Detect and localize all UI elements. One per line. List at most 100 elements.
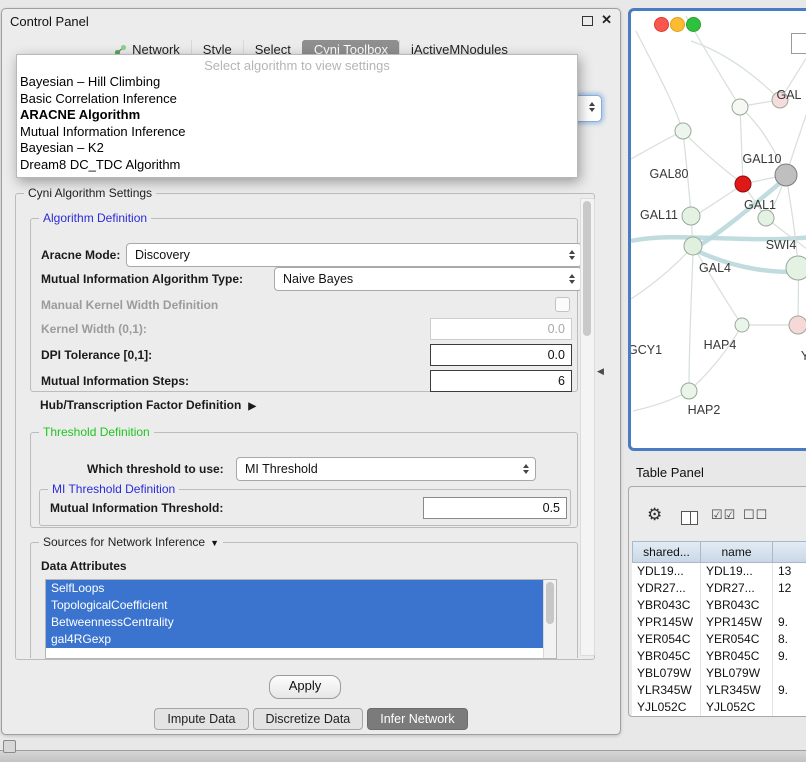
table-row[interactable]: YBL079WYBL079W (632, 665, 806, 682)
table-panel-title: Table Panel (636, 465, 704, 480)
table-row[interactable]: YLR345WYLR345W9. (632, 682, 806, 699)
column-header-name[interactable]: name (701, 541, 773, 563)
network-node[interactable] (735, 318, 749, 332)
algorithm-option-bayesian-hill-climbing[interactable]: Bayesian – Hill Climbing (17, 74, 577, 91)
network-node[interactable] (789, 316, 806, 334)
threshold-definition-group: Threshold Definition Which threshold to … (30, 432, 578, 528)
algorithm-option-aracne-algorithm[interactable]: ARACNE Algorithm (17, 107, 577, 124)
which-threshold-value: MI Threshold (245, 462, 318, 476)
mac-close-icon[interactable] (654, 17, 669, 32)
which-threshold-select[interactable]: MI Threshold (236, 457, 536, 481)
hub-definition-label: Hub/Transcription Factor Definition (40, 398, 241, 412)
algorithm-option-basic-correlation-inference[interactable]: Basic Correlation Inference (17, 91, 577, 108)
mi-steps-input[interactable]: 6 (430, 370, 572, 392)
mi-algorithm-type-label: Mutual Information Algorithm Type: (41, 272, 243, 286)
algorithm-placeholder: Select algorithm to view settings (17, 57, 577, 74)
network-node[interactable] (681, 383, 697, 399)
table-cell: 12 (773, 580, 806, 597)
attributes-scrollbar[interactable] (543, 580, 556, 658)
panel-collapse-arrow-icon[interactable]: ◀ (597, 366, 604, 377)
columns-icon[interactable] (681, 511, 698, 525)
table-row[interactable]: YER054CYER054C8. (632, 631, 806, 648)
table-panel-window: ⚙ ☑☑ ☐☐ shared...name YDL19...YDL19...13… (628, 486, 806, 717)
hub-definition-expander[interactable]: Hub/Transcription Factor Definition▶ (40, 398, 256, 412)
mi-steps-label: Mutual Information Steps: (41, 374, 189, 388)
aracne-mode-label: Aracne Mode: (41, 248, 120, 262)
algorithm-option-mutual-information-inference[interactable]: Mutual Information Inference (17, 124, 577, 141)
network-edge (631, 246, 693, 299)
network-node[interactable] (735, 176, 751, 192)
minimized-panel-icon[interactable] (3, 740, 16, 753)
close-window-icon[interactable]: ✕ (601, 12, 612, 28)
attribute-table: shared...name YDL19...YDL19...13YDR27...… (632, 541, 806, 716)
mi-threshold-input[interactable]: 0.5 (423, 497, 567, 519)
data-attributes-listbox: SelfLoopsTopologicalCoefficientBetweenne… (45, 579, 557, 659)
column-header-shared[interactable]: shared... (632, 541, 701, 563)
bottom-tab-discretize-data[interactable]: Discretize Data (253, 708, 364, 730)
attribute-item-topologicalcoefficient[interactable]: TopologicalCoefficient (46, 597, 544, 614)
collapse-down-icon: ▼ (210, 538, 219, 548)
table-row[interactable]: YDR27...YDR27...12 (632, 580, 806, 597)
network-edge (683, 131, 743, 184)
node-label-gal80: GAL80 (650, 167, 689, 181)
network-edge (740, 107, 743, 184)
network-graph[interactable]: GALGAL80GAL10GAL11GAL1SWI4GAL4GCY1HAP4HA… (631, 11, 806, 442)
network-node[interactable] (732, 99, 748, 115)
table-body: YDL19...YDL19...13YDR27...YDR27...12YBR0… (632, 563, 806, 716)
attribute-item-selfloops[interactable]: SelfLoops (46, 580, 544, 597)
table-row[interactable]: YPR145WYPR145W9. (632, 614, 806, 631)
network-edge (636, 31, 683, 131)
table-row[interactable]: YBR045CYBR045C9. (632, 648, 806, 665)
apply-button[interactable]: Apply (269, 675, 341, 699)
dpi-tolerance-input[interactable]: 0.0 (430, 344, 572, 366)
attribute-item-betweennesscentrality[interactable]: BetweennessCentrality (46, 614, 544, 631)
settings-scrollbar[interactable] (580, 198, 595, 656)
bottom-tab-bar: Impute DataDiscretize DataInfer Network (2, 708, 620, 730)
network-node[interactable] (758, 210, 774, 226)
select-all-icon[interactable]: ☑☑ (711, 507, 736, 523)
node-label-swi4: SWI4 (766, 238, 797, 252)
aracne-mode-value: Discovery (135, 248, 190, 262)
table-row[interactable]: YJL052CYJL052C (632, 699, 806, 716)
network-node[interactable] (682, 207, 700, 225)
mac-minimize-icon[interactable] (670, 17, 685, 32)
network-view-window: GALGAL80GAL10GAL11GAL1SWI4GAL4GCY1HAP4HA… (628, 8, 806, 451)
aracne-mode-select[interactable]: Discovery (126, 243, 582, 267)
bottom-tab-infer-network[interactable]: Infer Network (367, 708, 467, 730)
sources-title[interactable]: Sources for Network Inference▼ (39, 535, 223, 549)
mi-algorithm-type-select[interactable]: Naive Bayes (274, 267, 582, 291)
table-cell: YPR145W (632, 614, 701, 631)
algorithm-option-bayesian-k2[interactable]: Bayesian – K2 (17, 140, 577, 157)
desktop: Control Panel ✕ NetworkStyleSelectCyni T… (0, 0, 806, 762)
mac-zoom-icon[interactable] (686, 17, 701, 32)
algorithm-option-dream8-dc-tdc-algorithm[interactable]: Dream8 DC_TDC Algorithm (17, 157, 577, 174)
network-edge (689, 325, 742, 391)
network-node[interactable] (675, 123, 691, 139)
manual-kernel-width-checkbox (555, 297, 570, 312)
attributes-scrollbar-thumb[interactable] (546, 582, 554, 624)
deselect-all-icon[interactable]: ☐☐ (743, 507, 768, 523)
attribute-item-gal4rgexp[interactable]: gal4RGexp (46, 631, 544, 648)
bottom-tab-impute-data[interactable]: Impute Data (154, 708, 248, 730)
node-label-hap4: HAP4 (704, 338, 737, 352)
kernel-width-label: Kernel Width (0,1): (41, 322, 147, 336)
network-node[interactable] (684, 237, 702, 255)
table-cell (773, 699, 806, 716)
table-cell: YDL19... (701, 563, 773, 580)
table-row[interactable]: YBR043CYBR043C (632, 597, 806, 614)
network-node[interactable] (775, 164, 797, 186)
table-cell: 13 (773, 563, 806, 580)
settings-scrollbar-thumb[interactable] (583, 201, 591, 336)
node-label-gal: GAL (776, 88, 801, 102)
table-cell: YLR345W (632, 682, 701, 699)
table-cell: YDR27... (701, 580, 773, 597)
network-node[interactable] (786, 256, 806, 280)
node-label-gcy1: GCY1 (631, 343, 662, 357)
table-cell: YJL052C (632, 699, 701, 716)
column-header-extra[interactable] (773, 541, 806, 563)
gear-icon[interactable]: ⚙ (647, 505, 662, 525)
restore-window-icon[interactable] (582, 16, 593, 26)
network-edge (631, 131, 683, 159)
table-row[interactable]: YDL19...YDL19...13 (632, 563, 806, 580)
node-label-hap2: HAP2 (688, 403, 721, 417)
